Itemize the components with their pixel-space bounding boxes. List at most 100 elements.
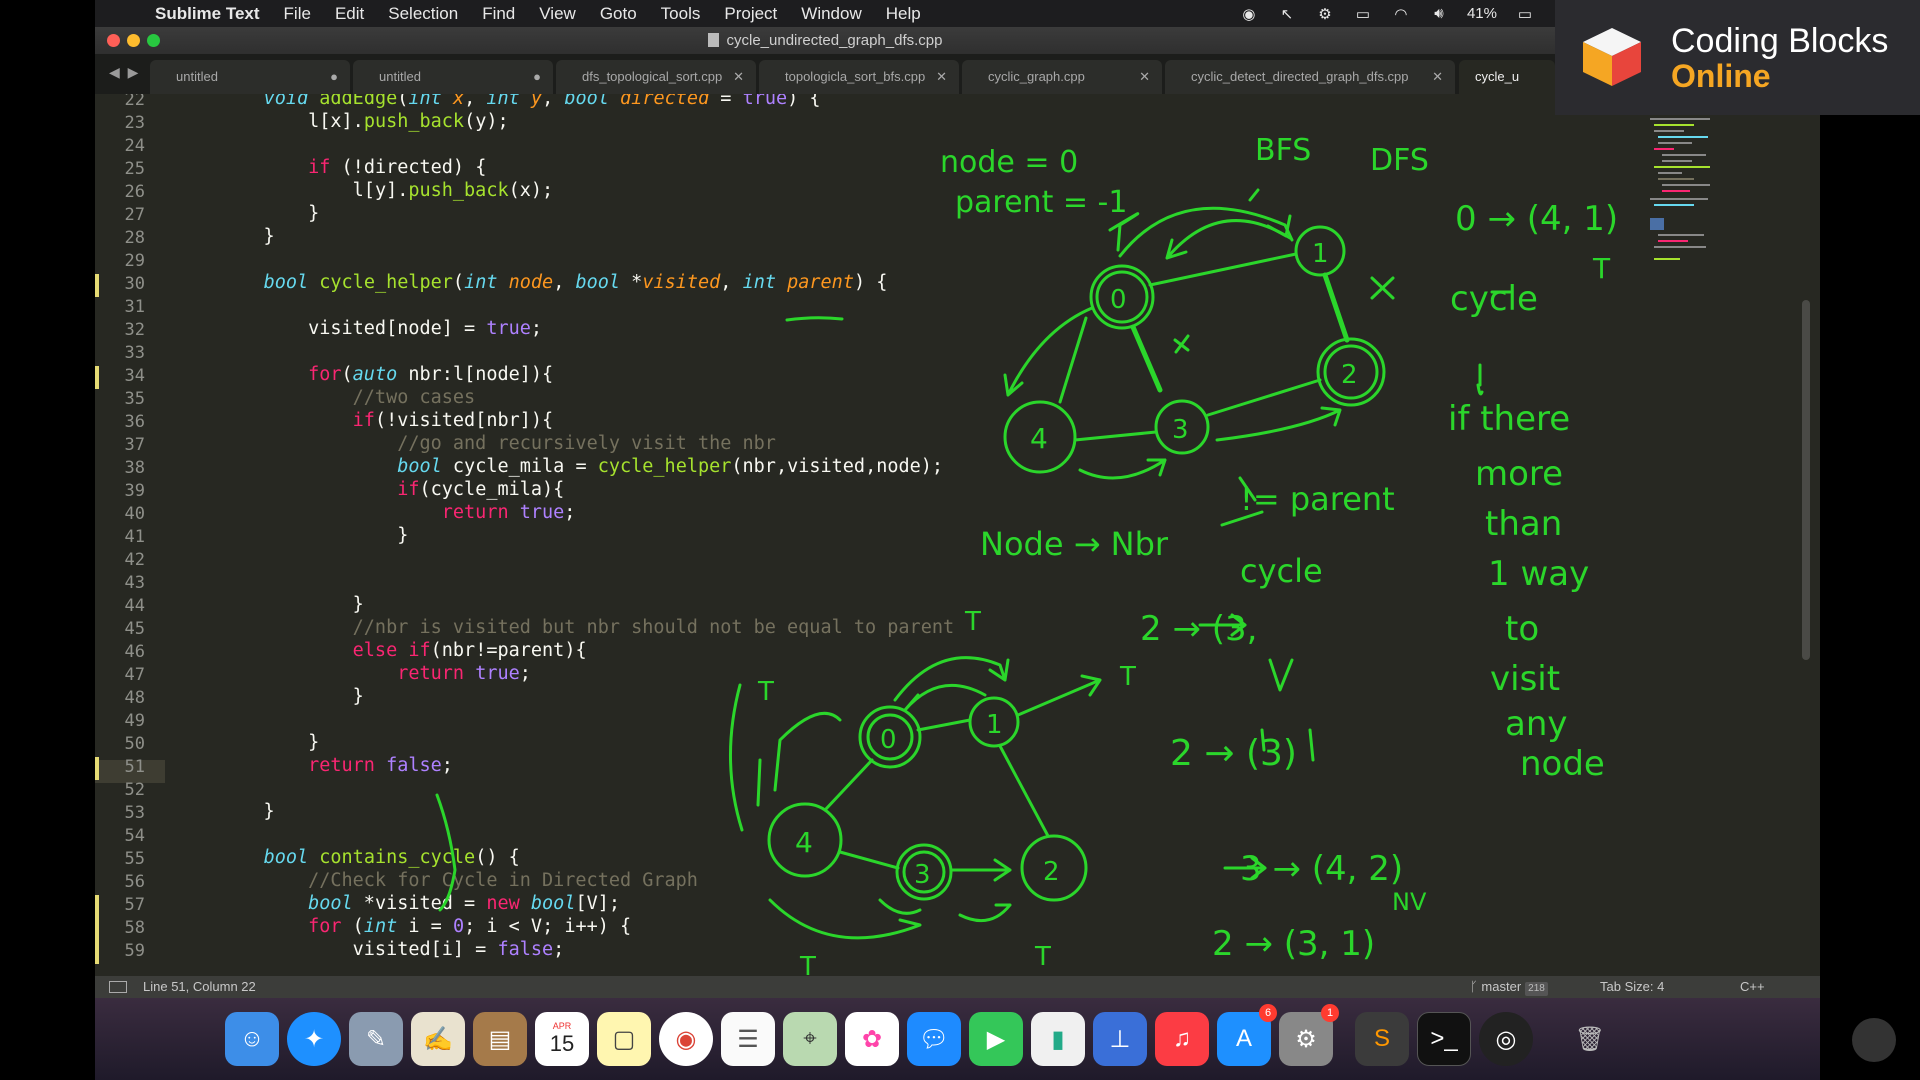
unsaved-dot-icon[interactable]: ● bbox=[330, 60, 338, 94]
tab-size[interactable]: Tab Size: 4 bbox=[1600, 976, 1664, 998]
reminders-icon[interactable]: ☰ bbox=[721, 1012, 775, 1066]
textedit-icon[interactable]: ✍ bbox=[411, 1012, 465, 1066]
close-window-button[interactable] bbox=[107, 34, 120, 47]
calendar-icon[interactable]: APR 15 bbox=[535, 1012, 589, 1066]
code-line[interactable]: visited[i] = false; bbox=[219, 939, 565, 960]
tab-topologicla-sort-bfs[interactable]: topologicla_sort_bfs.cpp ✕ bbox=[759, 60, 959, 94]
keynote-icon[interactable]: ⊥ bbox=[1093, 1012, 1147, 1066]
photos-icon[interactable]: ✿ bbox=[845, 1012, 899, 1066]
code-line[interactable]: if (!directed) { bbox=[219, 157, 486, 178]
menu-view[interactable]: View bbox=[539, 4, 576, 24]
menu-edit[interactable]: Edit bbox=[335, 4, 364, 24]
code-line[interactable]: } bbox=[219, 686, 364, 707]
status-bar: Line 51, Column 22 ᚴ master 218 Tab Size:… bbox=[95, 976, 1820, 998]
code-line[interactable]: } bbox=[219, 525, 408, 546]
panel-toggle-icon[interactable] bbox=[109, 981, 127, 993]
syntax-language[interactable]: C++ bbox=[1740, 976, 1765, 998]
close-tab-icon[interactable]: ✕ bbox=[733, 60, 744, 94]
code-line[interactable]: l[x].push_back(y); bbox=[219, 111, 509, 132]
code-line[interactable]: } bbox=[219, 801, 275, 822]
code-editor[interactable]: 22 23 24 25 26 27 28 29 30 31 32 33 34 35 36 37 38 39 40 41… bbox=[95, 94, 1555, 976]
git-branch[interactable]: ᚴ master 218 bbox=[1470, 976, 1548, 998]
code-line[interactable]: //go and recursively visit the nbr bbox=[219, 433, 776, 454]
menu-tools[interactable]: Tools bbox=[661, 4, 701, 24]
volume-icon[interactable]: 🔊︎ bbox=[1429, 5, 1449, 22]
numbers-icon[interactable]: ▮ bbox=[1031, 1012, 1085, 1066]
cube-logo-icon bbox=[1583, 28, 1641, 86]
code-line[interactable]: void addEdge(int x, int y, bool directed… bbox=[219, 94, 821, 109]
code-line[interactable]: else if(nbr!=parent){ bbox=[219, 640, 587, 661]
finder-icon[interactable]: ☺ bbox=[225, 1012, 279, 1066]
unsaved-dot-icon[interactable]: ● bbox=[533, 60, 541, 94]
code-line[interactable]: if(!visited[nbr]){ bbox=[219, 410, 554, 431]
tab-cycle-undirected-active[interactable]: cycle_u bbox=[1459, 60, 1555, 94]
maps-icon[interactable]: ⌖ bbox=[783, 1012, 837, 1066]
code-line[interactable]: //nbr is visited but nbr should not be e… bbox=[219, 617, 954, 638]
menu-goto[interactable]: Goto bbox=[600, 4, 637, 24]
stickies-icon[interactable]: ▢ bbox=[597, 1012, 651, 1066]
close-tab-icon[interactable]: ✕ bbox=[1139, 60, 1150, 94]
code-line[interactable]: if(cycle_mila){ bbox=[219, 479, 564, 500]
code-line[interactable]: //two cases bbox=[219, 387, 476, 408]
code-line[interactable]: } bbox=[219, 203, 319, 224]
line-number: 28 bbox=[124, 228, 145, 248]
vertical-scrollbar[interactable] bbox=[1802, 300, 1810, 660]
display-icon[interactable]: ▭ bbox=[1353, 5, 1373, 23]
menu-project[interactable]: Project bbox=[724, 4, 777, 24]
record-icon[interactable]: ◉ bbox=[1239, 5, 1259, 23]
menu-selection[interactable]: Selection bbox=[388, 4, 458, 24]
code-line[interactable]: //Check for Cycle in Directed Graph bbox=[219, 870, 698, 891]
battery-percent[interactable]: 41% bbox=[1467, 5, 1497, 22]
battery-icon[interactable]: ▭ bbox=[1515, 5, 1535, 23]
cursor-position[interactable]: Line 51, Column 22 bbox=[143, 976, 256, 998]
code-line[interactable]: return true; bbox=[219, 502, 576, 523]
menu-app-name[interactable]: Sublime Text bbox=[155, 4, 260, 24]
preview-icon[interactable]: ✎ bbox=[349, 1012, 403, 1066]
gear-icon[interactable]: ⚙ bbox=[1315, 5, 1335, 23]
zoom-window-button[interactable] bbox=[147, 34, 160, 47]
sublime-icon[interactable]: S bbox=[1355, 1012, 1409, 1066]
code-line[interactable]: bool *visited = new bool[V]; bbox=[219, 893, 620, 914]
code-line[interactable]: bool cycle_helper(int node, bool *visite… bbox=[219, 272, 888, 293]
code-line[interactable]: bool cycle_mila = cycle_helper(nbr,visit… bbox=[219, 456, 943, 477]
tab-untitled-2[interactable]: untitled ● bbox=[353, 60, 553, 94]
notes-book-icon[interactable]: ▤ bbox=[473, 1012, 527, 1066]
code-line[interactable]: visited[node] = true; bbox=[219, 318, 542, 339]
avatar bbox=[1852, 1018, 1896, 1062]
tab-nav-arrows-icon[interactable]: ◀ ▶ bbox=[109, 64, 140, 81]
cursor-icon[interactable]: ↖ bbox=[1277, 5, 1297, 23]
code-line[interactable]: } bbox=[219, 732, 319, 753]
menu-find[interactable]: Find bbox=[482, 4, 515, 24]
code-line[interactable]: l[y].push_back(x); bbox=[219, 180, 554, 201]
close-tab-icon[interactable]: ✕ bbox=[1432, 60, 1443, 94]
code-line[interactable]: } bbox=[219, 226, 275, 247]
terminal-icon[interactable]: >_ bbox=[1417, 1012, 1471, 1066]
code-line[interactable]: bool contains_cycle() { bbox=[219, 847, 520, 868]
code-line[interactable]: return false; bbox=[219, 755, 453, 776]
obs-icon[interactable]: ◎ bbox=[1479, 1012, 1533, 1066]
close-tab-icon[interactable]: ✕ bbox=[936, 60, 947, 94]
code-line[interactable]: return true; bbox=[219, 663, 531, 684]
menu-help[interactable]: Help bbox=[886, 4, 921, 24]
menu-file[interactable]: File bbox=[284, 4, 311, 24]
tab-cyclic-graph[interactable]: cyclic_graph.cpp ✕ bbox=[962, 60, 1162, 94]
line-number: 31 bbox=[124, 297, 145, 317]
code-line[interactable]: } bbox=[219, 594, 364, 615]
safari-icon[interactable]: ✦ bbox=[287, 1012, 341, 1066]
tab-cyclic-detect-directed[interactable]: cyclic_detect_directed_graph_dfs.cpp ✕ bbox=[1165, 60, 1455, 94]
wifi-icon[interactable]: ◠ bbox=[1391, 5, 1411, 23]
trash-icon[interactable]: 🗑︎ bbox=[1563, 1012, 1617, 1066]
chrome-icon[interactable]: ◉ bbox=[659, 1012, 713, 1066]
minimize-window-button[interactable] bbox=[127, 34, 140, 47]
music-icon[interactable]: ♫ bbox=[1155, 1012, 1209, 1066]
menu-window[interactable]: Window bbox=[801, 4, 861, 24]
facetime-icon[interactable]: ▶ bbox=[969, 1012, 1023, 1066]
code-line[interactable]: for(auto nbr:l[node]){ bbox=[219, 364, 553, 385]
line-number: 52 bbox=[124, 780, 145, 800]
tab-untitled-1[interactable]: untitled ● bbox=[150, 60, 350, 94]
tab-dfs-topological-sort[interactable]: dfs_topological_sort.cpp ✕ bbox=[556, 60, 756, 94]
line-gutter: 22 23 24 25 26 27 28 29 30 31 32 33 34 35 36 37 38 39 40 41… bbox=[95, 94, 165, 976]
code-line[interactable]: for (int i = 0; i < V; i++) { bbox=[219, 916, 631, 937]
minimap[interactable] bbox=[1640, 118, 1730, 318]
messages-icon[interactable]: 💬︎ bbox=[907, 1012, 961, 1066]
